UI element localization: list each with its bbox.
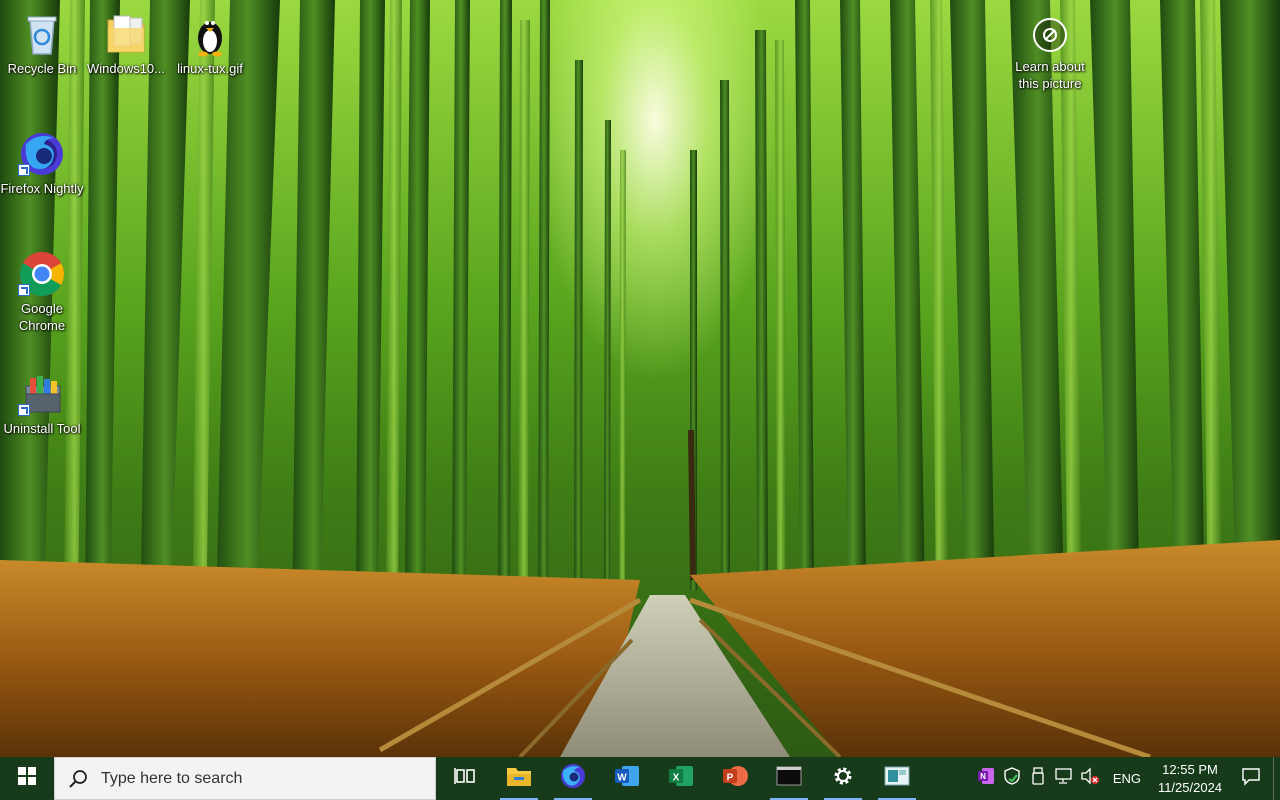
tray-network-button[interactable] xyxy=(1051,757,1077,800)
windows-security-icon xyxy=(1003,767,1021,790)
windows-logo-icon xyxy=(18,767,36,790)
svg-text:W: W xyxy=(617,773,627,784)
desktop-icon-label: Windows10... xyxy=(86,61,166,76)
tray-usb-device-button[interactable] xyxy=(1025,757,1051,800)
svg-text:N: N xyxy=(980,772,986,781)
task-view-icon xyxy=(454,766,476,791)
desktop-icon-label: linux-tux.gif xyxy=(177,61,243,76)
learn-about-this-picture[interactable]: Learn about this picture xyxy=(1006,12,1094,92)
recycle-bin-icon xyxy=(18,10,66,58)
show-desktop-button[interactable] xyxy=(1273,757,1280,800)
start-button[interactable] xyxy=(0,757,54,800)
desktop-icon-label: Recycle Bin xyxy=(7,61,77,76)
desktop-icon-label: Google Chrome xyxy=(18,301,66,333)
notification-icon xyxy=(1241,766,1261,791)
excel-icon: X xyxy=(668,764,694,793)
desktop-icon-firefox-nightly[interactable]: Firefox Nightly xyxy=(0,130,84,197)
camera-circle-icon xyxy=(1033,18,1067,52)
bamboo-forest-image xyxy=(0,0,1280,757)
folder-icon xyxy=(102,10,150,58)
tux-penguin-icon xyxy=(186,10,234,58)
network-icon xyxy=(1054,767,1074,790)
volume-muted-icon xyxy=(1080,767,1100,790)
terminal-icon xyxy=(776,765,802,792)
search-placeholder: Type here to search xyxy=(101,769,243,787)
learn-about-line1: Learn about xyxy=(1015,59,1085,74)
taskbar-settings-button[interactable] xyxy=(816,757,870,800)
desktop-icon-label: Firefox Nightly xyxy=(0,181,84,196)
input-language-indicator[interactable]: ENG xyxy=(1103,771,1151,786)
learn-about-line2: this picture xyxy=(1018,76,1082,91)
taskbar-task-view-button[interactable] xyxy=(438,757,492,800)
shortcut-arrow-icon xyxy=(18,164,30,176)
firefox-nightly-icon xyxy=(18,130,66,178)
powerpoint-icon: P xyxy=(722,764,748,793)
desktop-icon-windows10-folder[interactable]: Windows10... xyxy=(84,10,168,77)
file-explorer-icon xyxy=(506,765,532,792)
taskbar-file-explorer-button[interactable] xyxy=(492,757,546,800)
uninstall-tool-icon xyxy=(18,370,66,418)
tray-onenote-button[interactable]: N xyxy=(973,757,999,800)
photos-icon xyxy=(884,765,910,792)
usb-device-icon xyxy=(1031,767,1045,790)
tray-volume-button[interactable] xyxy=(1077,757,1103,800)
desktop-wallpaper xyxy=(0,0,1280,757)
svg-text:P: P xyxy=(727,773,734,784)
desktop-icon-recycle-bin[interactable]: Recycle Bin xyxy=(0,10,84,77)
taskbar: Type here to search W X P N ENG 12:55 PM… xyxy=(0,757,1280,800)
desktop-icon-label: Uninstall Tool xyxy=(3,421,81,436)
taskbar-powerpoint-button[interactable]: P xyxy=(708,757,762,800)
taskbar-terminal-button[interactable] xyxy=(762,757,816,800)
desktop-icon-linux-tux-gif[interactable]: linux-tux.gif xyxy=(168,10,252,77)
taskbar-word-button[interactable]: W xyxy=(600,757,654,800)
taskbar-clock[interactable]: 12:55 PM 11/25/2024 xyxy=(1151,761,1229,797)
clock-time: 12:55 PM xyxy=(1162,761,1218,777)
shortcut-arrow-icon xyxy=(18,404,30,416)
search-icon xyxy=(55,769,101,789)
taskbar-photos-button[interactable] xyxy=(870,757,924,800)
clock-date: 11/25/2024 xyxy=(1157,779,1223,795)
shortcut-arrow-icon xyxy=(18,284,30,296)
taskbar-search-box[interactable]: Type here to search xyxy=(54,757,436,800)
word-icon: W xyxy=(614,764,640,793)
settings-gear-icon xyxy=(831,764,855,793)
desktop-icon-google-chrome[interactable]: Google Chrome xyxy=(0,250,84,334)
tray-windows-security-button[interactable] xyxy=(999,757,1025,800)
taskbar-excel-button[interactable]: X xyxy=(654,757,708,800)
taskbar-firefox-nightly-button[interactable] xyxy=(546,757,600,800)
firefox-nightly-icon xyxy=(560,763,586,794)
chrome-icon xyxy=(18,250,66,298)
desktop-icon-uninstall-tool[interactable]: Uninstall Tool xyxy=(0,370,84,437)
onenote-icon: N xyxy=(977,767,995,790)
svg-text:X: X xyxy=(673,773,680,784)
system-tray: N ENG 12:55 PM 11/25/2024 xyxy=(973,757,1280,800)
action-center-button[interactable] xyxy=(1229,757,1273,800)
